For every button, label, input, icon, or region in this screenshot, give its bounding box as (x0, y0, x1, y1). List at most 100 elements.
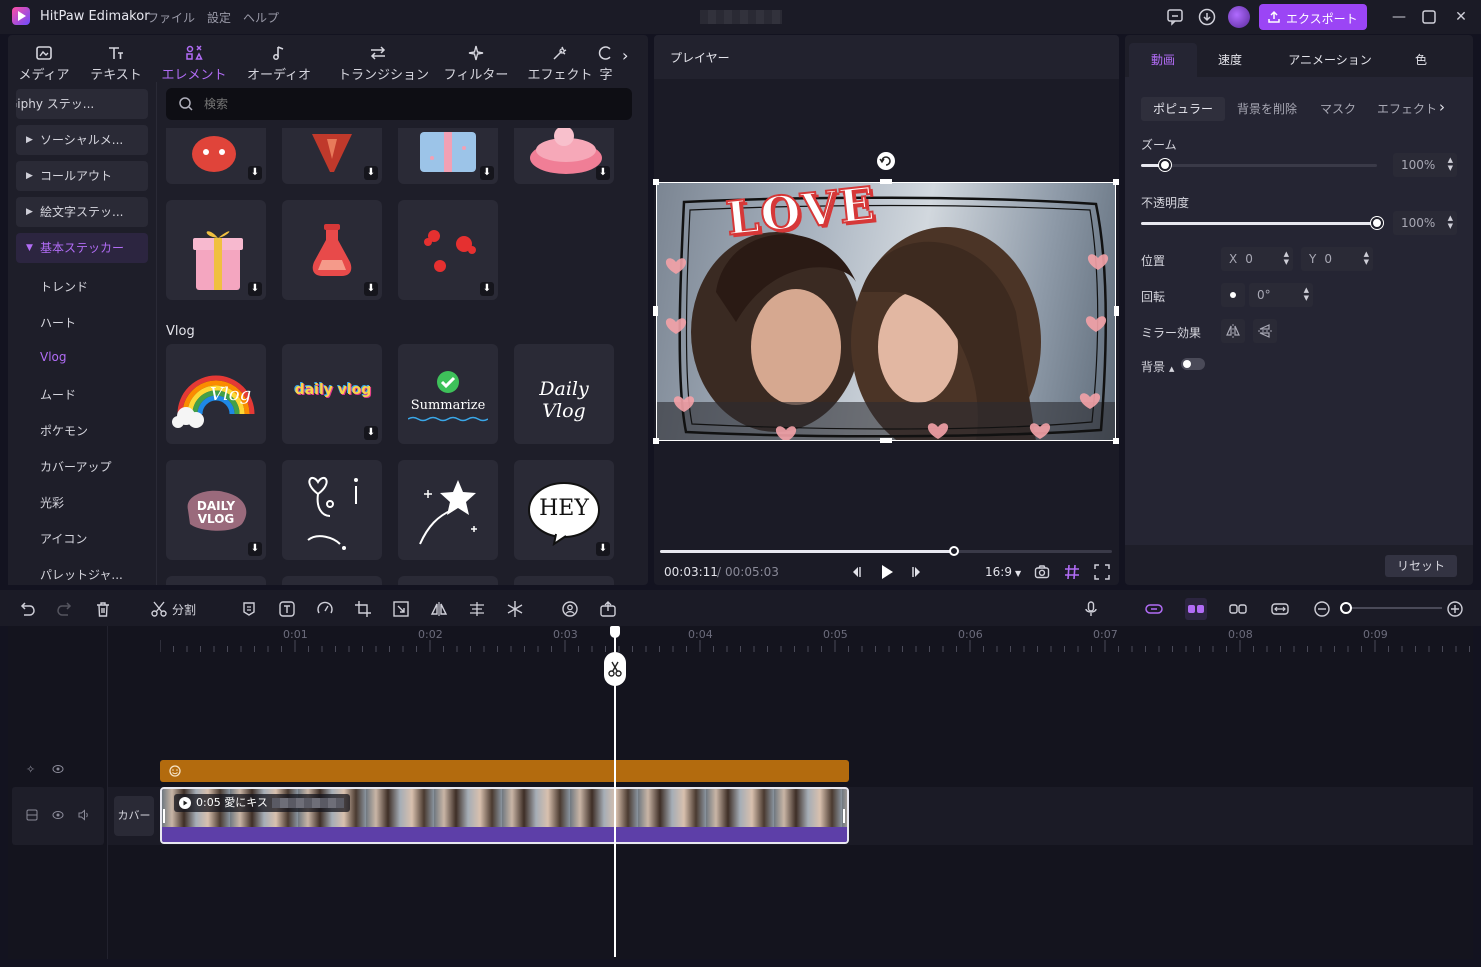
sidebar-sub-vlog[interactable]: Vlog (40, 350, 67, 364)
menu-file[interactable]: ファイル (147, 9, 195, 26)
tab-animation[interactable]: アニメーション (1275, 43, 1385, 77)
zoom-slider[interactable] (1141, 159, 1377, 171)
prev-frame-icon[interactable] (849, 564, 863, 580)
sidebar-item-callout[interactable]: ▶ コールアウト (16, 161, 148, 191)
spinner-icon[interactable]: ▲ ▼ (1448, 156, 1453, 172)
aspect-ratio-select[interactable]: 16:9 ▼ (985, 565, 1021, 579)
resize-icon[interactable] (390, 598, 412, 620)
tab-audio[interactable]: オーディオ (239, 40, 319, 83)
tab-transition[interactable]: トランジション (338, 40, 429, 83)
sticker-item[interactable]: ⬇ (514, 128, 614, 184)
timeline-ruler[interactable] (160, 640, 1473, 652)
next-frame-icon[interactable] (910, 564, 924, 580)
resize-handle[interactable] (1113, 179, 1119, 185)
sticker-item[interactable]: Vlog (166, 344, 266, 444)
tab-elements[interactable]: エレメント (154, 40, 234, 83)
spinner-icon[interactable]: ▲ ▼ (1364, 250, 1369, 266)
split-button-label[interactable]: 分割 (172, 601, 196, 618)
position-x-input[interactable]: X0 ▲ ▼ (1221, 247, 1293, 271)
flip-horizontal-icon[interactable] (1221, 319, 1245, 343)
sticker-item[interactable] (398, 576, 498, 585)
menu-help[interactable]: ヘルプ (243, 9, 279, 26)
opacity-input[interactable]: 100% ▲ ▼ (1393, 211, 1457, 235)
tab-media[interactable]: メディア (4, 40, 84, 83)
spinner-icon[interactable]: ▲ ▼ (1448, 214, 1453, 230)
sticker-item[interactable] (282, 576, 382, 585)
download-icon[interactable]: ⬇ (596, 542, 610, 556)
sticker-item[interactable] (398, 460, 498, 560)
delete-trash-icon[interactable] (92, 598, 114, 620)
resize-handle[interactable] (653, 306, 658, 316)
menu-settings[interactable]: 設定 (207, 9, 231, 26)
video-clip[interactable]: 0:05 愛にキス (160, 787, 849, 844)
sidebar-sub-icon[interactable]: アイコン (40, 530, 87, 547)
rotate-handle-icon[interactable] (877, 152, 895, 170)
clip-trim-handle-right[interactable] (843, 809, 845, 823)
player-progress-track[interactable] (660, 546, 1112, 556)
rotation-input[interactable]: 0° ▲ ▼ (1249, 283, 1313, 307)
fullscreen-icon[interactable] (1094, 564, 1110, 580)
text-tool-icon[interactable] (276, 598, 298, 620)
fit-timeline-icon[interactable] (1269, 598, 1291, 620)
timeline-zoom-knob[interactable] (1340, 602, 1352, 614)
tab-video[interactable]: 動画 (1129, 43, 1197, 77)
background-toggle[interactable] (1181, 358, 1205, 370)
search-input[interactable] (204, 94, 604, 114)
playhead-head[interactable] (610, 626, 620, 638)
download-icon[interactable]: ⬇ (248, 166, 262, 180)
sticker-item[interactable] (282, 460, 382, 560)
speed-gauge-icon[interactable] (314, 598, 336, 620)
sidebar-sub-heart[interactable]: ハート (40, 314, 76, 331)
sticker-item[interactable]: DAILY VLOG ⬇ (166, 460, 266, 560)
sticker-item[interactable]: HEY ⬇ (514, 460, 614, 560)
split-track-icon[interactable] (1227, 598, 1249, 620)
sticker-item[interactable]: ⬇ (398, 128, 498, 184)
tab-text[interactable]: テキスト (76, 40, 156, 83)
clip-trim-handle-left[interactable] (163, 809, 165, 823)
resize-handle[interactable] (1114, 306, 1119, 316)
sticker-item[interactable]: ⬇ (398, 200, 498, 300)
resize-handle[interactable] (653, 438, 659, 444)
zoom-in-icon[interactable] (1444, 598, 1466, 620)
sticker-clip[interactable] (160, 760, 849, 782)
subtab-mask[interactable]: マスク (1311, 97, 1365, 121)
sidebar-sub-pokemon[interactable]: ポケモン (40, 422, 88, 439)
download-icon[interactable] (1197, 7, 1217, 27)
close-icon[interactable]: ✕ (1450, 7, 1472, 27)
download-icon[interactable]: ⬇ (596, 166, 610, 180)
sticker-item[interactable]: ⬇ (282, 200, 382, 300)
tab-speed[interactable]: 速度 (1197, 43, 1263, 77)
speaker-volume-icon[interactable] (78, 809, 90, 821)
mirror-icon[interactable] (428, 598, 450, 620)
tabs-next-chevron-icon[interactable]: › (622, 46, 628, 65)
split-scissors-icon[interactable] (148, 598, 170, 620)
crop-icon[interactable] (352, 598, 374, 620)
spinner-icon[interactable]: ▲ ▼ (1284, 250, 1289, 266)
avatar[interactable] (1228, 6, 1250, 28)
subtab-remove-bg[interactable]: 背景を削除 (1229, 97, 1305, 121)
sidebar-item-social[interactable]: ▶ ソーシャルメ... (16, 125, 148, 155)
playhead-split-scissors-icon[interactable] (604, 652, 626, 686)
zoom-out-icon[interactable] (1311, 598, 1333, 620)
audio-adjust-icon[interactable] (466, 598, 488, 620)
download-icon[interactable]: ⬇ (364, 282, 378, 296)
sticker-item[interactable]: ⬇ (166, 200, 266, 300)
flip-vertical-icon[interactable] (1253, 319, 1277, 343)
tab-color[interactable]: 色 (1395, 43, 1447, 77)
zoom-input[interactable]: 100% ▲ ▼ (1393, 153, 1457, 177)
download-icon[interactable]: ⬇ (248, 542, 262, 556)
sidebar-item-giphy[interactable]: Giphy ステッ... (16, 89, 148, 119)
marker-icon[interactable] (238, 598, 260, 620)
download-icon[interactable]: ⬇ (480, 282, 494, 296)
zoom-slider-knob[interactable] (1159, 159, 1171, 171)
opacity-slider-knob[interactable] (1371, 217, 1383, 229)
subtab-effect[interactable]: エフェクト (1373, 97, 1441, 121)
sidebar-item-emoji[interactable]: ▶ 絵文字ステッ... (16, 197, 148, 227)
snapshot-camera-icon[interactable] (1034, 564, 1050, 580)
sticker-item[interactable]: ⬇ (282, 128, 382, 184)
sidebar-sub-mood[interactable]: ムード (40, 386, 76, 403)
timeline-zoom-slider[interactable] (1340, 602, 1442, 614)
grid-hash-icon[interactable] (1064, 564, 1080, 580)
reset-button[interactable]: リセット (1385, 555, 1457, 577)
face-detect-icon[interactable] (559, 598, 581, 620)
